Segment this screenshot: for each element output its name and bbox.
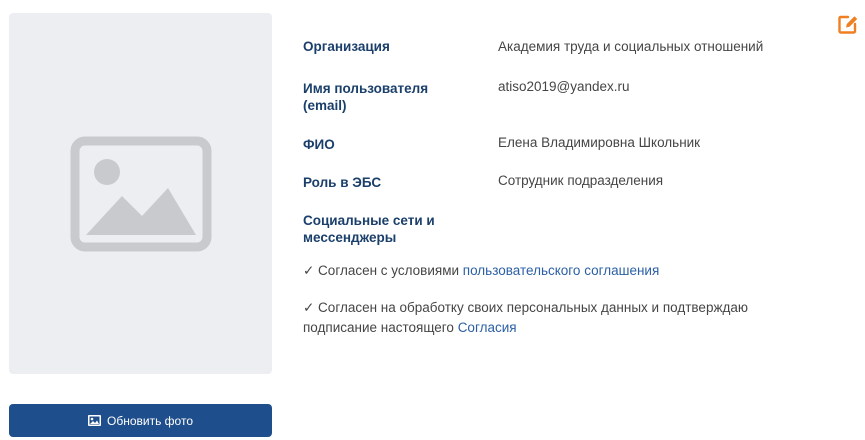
field-value-role: Сотрудник подразделения: [498, 173, 664, 188]
field-label-role: Роль в ЭБС: [303, 175, 382, 190]
consent-text: ✓ Согласен на обработку своих персональн…: [303, 300, 748, 335]
consent-user-agreement: ✓ Согласен с условиями пользовательского…: [303, 261, 843, 281]
edit-icon[interactable]: [837, 13, 859, 35]
profile-photo: [9, 13, 272, 374]
field-value-username: atiso2019@yandex.ru: [498, 79, 630, 94]
consent-personal-data: ✓ Согласен на обработку своих персональн…: [303, 298, 813, 338]
consent-text: ✓ Согласен с условиями: [303, 263, 463, 278]
field-label-organization: Организация: [303, 39, 390, 54]
field-value-organization: Академия труда и социальных отношений: [498, 39, 764, 54]
user-agreement-link[interactable]: пользовательского соглашения: [463, 263, 659, 278]
image-icon: [88, 415, 101, 426]
image-placeholder-icon: [70, 136, 211, 251]
update-photo-label: Обновить фото: [107, 413, 193, 428]
field-value-full-name: Елена Владимировна Школьник: [498, 135, 701, 150]
field-label-social-networks: Социальные сети и мессенджеры: [303, 213, 435, 245]
update-photo-button[interactable]: Обновить фото: [9, 404, 272, 437]
consent-document-link[interactable]: Согласия: [458, 320, 517, 335]
field-label-username: Имя пользователя (email): [303, 81, 429, 113]
field-label-full-name: ФИО: [303, 137, 335, 152]
